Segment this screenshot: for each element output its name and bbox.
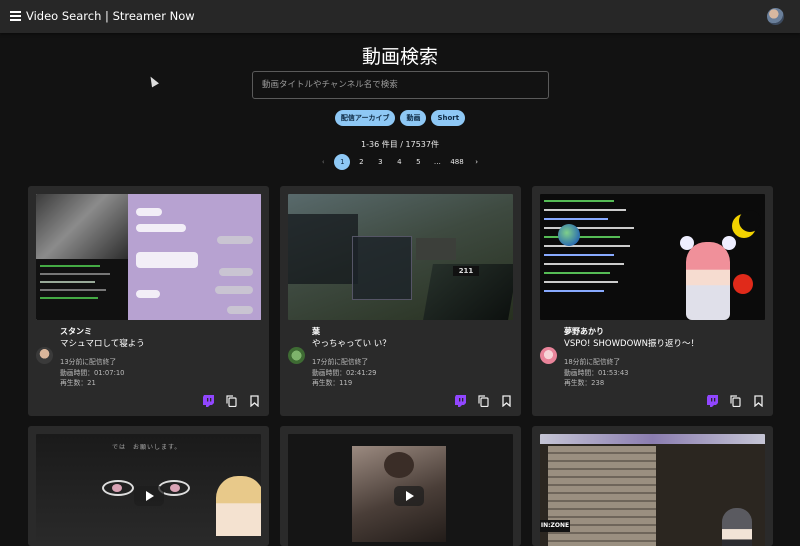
copy-icon[interactable] bbox=[728, 394, 742, 408]
page-button-3[interactable]: 3 bbox=[372, 154, 388, 170]
filter-short-chip[interactable]: Short bbox=[431, 110, 466, 126]
twitch-icon[interactable] bbox=[201, 394, 215, 408]
view-count: 再生数：119 bbox=[312, 379, 353, 387]
filter-chips: 配信アーカイブ 動画 Short bbox=[0, 110, 800, 126]
video-duration: 動画時間：01:53:43 bbox=[564, 369, 629, 377]
video-thumbnail[interactable]: IN:ZONE bbox=[540, 434, 765, 546]
twitch-icon[interactable] bbox=[453, 394, 467, 408]
channel-avatar[interactable] bbox=[36, 347, 53, 364]
video-title[interactable]: マシュマロして寝よう bbox=[60, 337, 145, 349]
user-avatar[interactable] bbox=[767, 8, 784, 25]
video-duration: 動画時間：02:41:29 bbox=[312, 369, 377, 377]
view-count: 再生数：21 bbox=[60, 379, 96, 387]
video-thumbnail[interactable] bbox=[288, 434, 513, 546]
copy-icon[interactable] bbox=[224, 394, 238, 408]
stream-ended: 13分前に配信終了 bbox=[60, 358, 117, 366]
thumbnail-caption: では お願いします。 bbox=[112, 444, 182, 451]
app-bar: Video Search | Streamer Now bbox=[0, 0, 800, 33]
channel-name[interactable]: 葉 bbox=[312, 326, 320, 337]
video-title[interactable]: VSPO! SHOWDOWN振り返り〜！ bbox=[564, 337, 699, 349]
bookmark-icon[interactable] bbox=[751, 394, 765, 408]
page-button-2[interactable]: 2 bbox=[353, 154, 369, 170]
channel-avatar[interactable] bbox=[288, 347, 305, 364]
page-button-4[interactable]: 4 bbox=[391, 154, 407, 170]
next-page-button[interactable]: › bbox=[469, 154, 485, 170]
mouse-cursor-icon bbox=[147, 74, 159, 88]
video-thumbnail[interactable]: では お願いします。 bbox=[36, 434, 261, 546]
video-card[interactable]: 夢野あかり VSPO! SHOWDOWN振り返り〜！ 18分前に配信終了 動画時… bbox=[532, 186, 773, 416]
stream-ended: 17分前に配信終了 bbox=[312, 358, 369, 366]
bookmark-icon[interactable] bbox=[247, 394, 261, 408]
filter-archive-chip[interactable]: 配信アーカイブ bbox=[334, 110, 396, 126]
page-button-last[interactable]: 488 bbox=[448, 154, 465, 170]
copy-icon[interactable] bbox=[476, 394, 490, 408]
video-card[interactable]: IN:ZONE bbox=[532, 426, 773, 546]
search-input[interactable] bbox=[252, 71, 549, 99]
page-ellipsis: … bbox=[433, 158, 441, 166]
video-card[interactable]: では お願いします。 bbox=[28, 426, 269, 546]
page-title: 動画検索 bbox=[361, 46, 438, 68]
play-icon[interactable] bbox=[394, 486, 424, 506]
pagination: ‹ 1 2 3 4 5 … 488 › bbox=[0, 154, 800, 170]
app-title: Video Search | Streamer Now bbox=[26, 9, 195, 23]
video-title[interactable]: やっちゃってい い？ bbox=[312, 337, 391, 349]
twitch-icon[interactable] bbox=[705, 394, 719, 408]
video-thumbnail[interactable] bbox=[36, 194, 261, 320]
page-button-5[interactable]: 5 bbox=[410, 154, 426, 170]
video-thumbnail[interactable]: 211 bbox=[288, 194, 513, 320]
view-count: 再生数：238 bbox=[564, 379, 605, 387]
filter-video-chip[interactable]: 動画 bbox=[400, 110, 427, 126]
result-count: 1-36 件目 / 17537件 bbox=[361, 140, 439, 149]
video-duration: 動画時間：01:07:10 bbox=[60, 369, 125, 377]
stream-ended: 18分前に配信終了 bbox=[564, 358, 621, 366]
menu-icon[interactable] bbox=[10, 11, 21, 21]
video-card[interactable]: スタンミ マシュマロして寝よう 13分前に配信終了 動画時間：01:07:10 … bbox=[28, 186, 269, 416]
channel-avatar[interactable] bbox=[540, 347, 557, 364]
channel-name[interactable]: スタンミ bbox=[60, 326, 92, 337]
video-thumbnail[interactable] bbox=[540, 194, 765, 320]
video-card[interactable]: 211 葉 やっちゃってい い？ 17分前に配信終了 動画時間：02:41:29… bbox=[280, 186, 521, 416]
prev-page-button[interactable]: ‹ bbox=[315, 154, 331, 170]
bookmark-icon[interactable] bbox=[499, 394, 513, 408]
page-button-1[interactable]: 1 bbox=[334, 154, 351, 170]
play-icon[interactable] bbox=[134, 486, 164, 506]
channel-name[interactable]: 夢野あかり bbox=[564, 326, 604, 337]
video-card[interactable] bbox=[280, 426, 521, 546]
